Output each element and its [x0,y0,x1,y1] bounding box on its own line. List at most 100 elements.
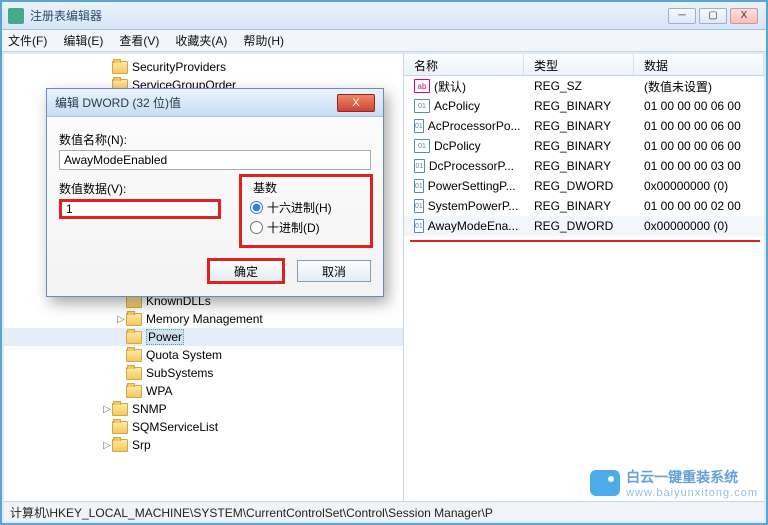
menubar: 文件(F) 编辑(E) 查看(V) 收藏夹(A) 帮助(H) [2,30,766,52]
binary-icon: 01 [414,219,424,233]
value-name: SystemPowerP... [428,199,518,213]
value-data: 01 00 00 00 06 00 [634,119,764,133]
tree-item[interactable]: ▷Memory Management [4,310,403,328]
dialog-titlebar: 编辑 DWORD (32 位)值 X [47,89,383,117]
tree-item[interactable]: ▷ SNMP [4,400,403,418]
statusbar: 计算机\HKEY_LOCAL_MACHINE\SYSTEM\CurrentCon… [4,501,764,521]
value-type: REG_BINARY [524,139,634,153]
value-type: REG_BINARY [524,199,634,213]
value-name-input[interactable] [59,150,371,170]
tree-label: Quota System [146,348,222,362]
tree-expand-icon[interactable]: ▷ [116,314,126,325]
tree-item[interactable]: SecurityProviders [4,58,403,76]
folder-icon [126,385,142,398]
value-type: REG_BINARY [524,119,634,133]
value-name: AwayModeEna... [428,219,519,233]
radio-dec[interactable]: 十进制(D) [250,219,362,236]
value-type: REG_BINARY [524,99,634,113]
value-name: DcProcessorP... [429,159,514,173]
value-type: REG_DWORD [524,179,634,193]
edit-dword-dialog: 编辑 DWORD (32 位)值 X 数值名称(N): 数值数据(V): 基数 … [46,88,384,297]
list-pane[interactable]: 名称 类型 数据 ab (默认) REG_SZ(数值未设置) 01 AcPolicy RE… [404,54,764,501]
window-title: 注册表编辑器 [30,7,668,24]
list-row[interactable]: 01 AwayModeEna... REG_DWORD0x00000000 (0) [404,216,764,236]
titlebar: 注册表编辑器 ─ ▢ X [2,2,766,30]
list-header: 名称 类型 数据 [404,54,764,76]
folder-icon [112,61,128,74]
value-name: (默认) [434,78,466,95]
watermark: 白云一键重装系统 www.baiyunxitong.com [590,467,758,499]
cancel-button[interactable]: 取消 [297,260,371,282]
menu-file[interactable]: 文件(F) [8,32,47,49]
menu-view[interactable]: 查看(V) [119,32,159,49]
value-name: AcProcessorPo... [428,119,521,133]
folder-icon [126,367,142,380]
list-row[interactable]: ab (默认) REG_SZ(数值未设置) [404,76,764,96]
value-data: 0x00000000 (0) [634,179,764,193]
tree-label: Power [146,329,184,345]
menu-favorites[interactable]: 收藏夹(A) [175,32,227,49]
folder-icon [112,421,128,434]
tree-item[interactable]: ▷ Srp [4,436,403,454]
tree-label: SNMP [132,402,167,416]
menu-edit[interactable]: 编辑(E) [63,32,103,49]
radio-dec-input[interactable] [250,221,263,234]
binary-icon: 01 [414,199,424,213]
folder-icon [112,439,128,452]
dialog-close-button[interactable]: X [337,94,375,112]
list-row[interactable]: 01 AcProcessorPo...REG_BINARY01 00 00 00 … [404,116,764,136]
value-name: AcPolicy [434,99,480,113]
dialog-title: 编辑 DWORD (32 位)值 [55,94,181,111]
base-label: 基数 [250,179,280,196]
col-header-name[interactable]: 名称 [404,54,524,75]
tree-label: Srp [132,438,151,452]
value-data: 01 00 00 00 06 00 [634,139,764,153]
menu-help[interactable]: 帮助(H) [243,32,284,49]
value-data-label: 数值数据(V): [59,180,221,197]
binary-icon: 01 [414,179,424,193]
binary-icon: 01 [414,119,424,133]
list-row[interactable]: 01 DcProcessorP... REG_BINARY01 00 00 00 0… [404,156,764,176]
value-type: REG_BINARY [524,159,634,173]
value-data-input[interactable] [59,199,221,219]
tree-expand-icon[interactable]: ▷ [102,440,112,451]
binary-icon: 01 [414,139,430,153]
binary-icon: 01 [414,99,430,113]
value-type: REG_DWORD [524,219,634,233]
string-icon: ab [414,79,430,93]
radio-hex[interactable]: 十六进制(H) [250,199,362,216]
radio-hex-input[interactable] [250,201,263,214]
ok-button[interactable]: 确定 [209,260,283,282]
value-data: 01 00 00 00 06 00 [634,99,764,113]
tree-item[interactable]: WPA [4,382,403,400]
list-row[interactable]: 01PowerSettingP...REG_DWORD0x00000000 (0… [404,176,764,196]
tree-item[interactable]: Quota System [4,346,403,364]
base-fieldset: 基数 十六进制(H) 十进制(D) [241,176,371,246]
list-row[interactable]: 01 SystemPowerP... REG_BINARY01 00 00 00 0… [404,196,764,216]
tree-item[interactable]: Power [4,328,403,346]
close-button[interactable]: X [730,8,758,24]
list-row[interactable]: 01DcPolicyREG_BINARY01 00 00 00 06 00 [404,136,764,156]
tree-expand-icon[interactable]: ▷ [102,404,112,415]
tree-label: SQMServiceList [132,420,218,434]
value-data: 01 00 00 00 03 00 [634,159,764,173]
tree-item[interactable]: SubSystems [4,364,403,382]
tree-label: SubSystems [146,366,213,380]
value-data: 01 00 00 00 02 00 [634,199,764,213]
value-data: 0x00000000 (0) [634,219,764,233]
watermark-icon [590,470,620,496]
binary-icon: 01 [414,159,425,173]
folder-icon [126,349,142,362]
col-header-data[interactable]: 数据 [634,54,764,75]
maximize-button[interactable]: ▢ [699,8,727,24]
list-row[interactable]: 01 AcPolicy REG_BINARY01 00 00 00 06 00 [404,96,764,116]
value-data: (数值未设置) [634,78,764,95]
tree-item[interactable]: SQMServiceList [4,418,403,436]
tree-label: SecurityProviders [132,60,226,74]
value-name-label: 数值名称(N): [59,131,371,148]
watermark-text: 白云一键重装系统 [626,469,738,485]
col-header-type[interactable]: 类型 [524,54,634,75]
minimize-button[interactable]: ─ [668,8,696,24]
folder-icon [126,331,142,344]
value-type: REG_SZ [524,79,634,93]
